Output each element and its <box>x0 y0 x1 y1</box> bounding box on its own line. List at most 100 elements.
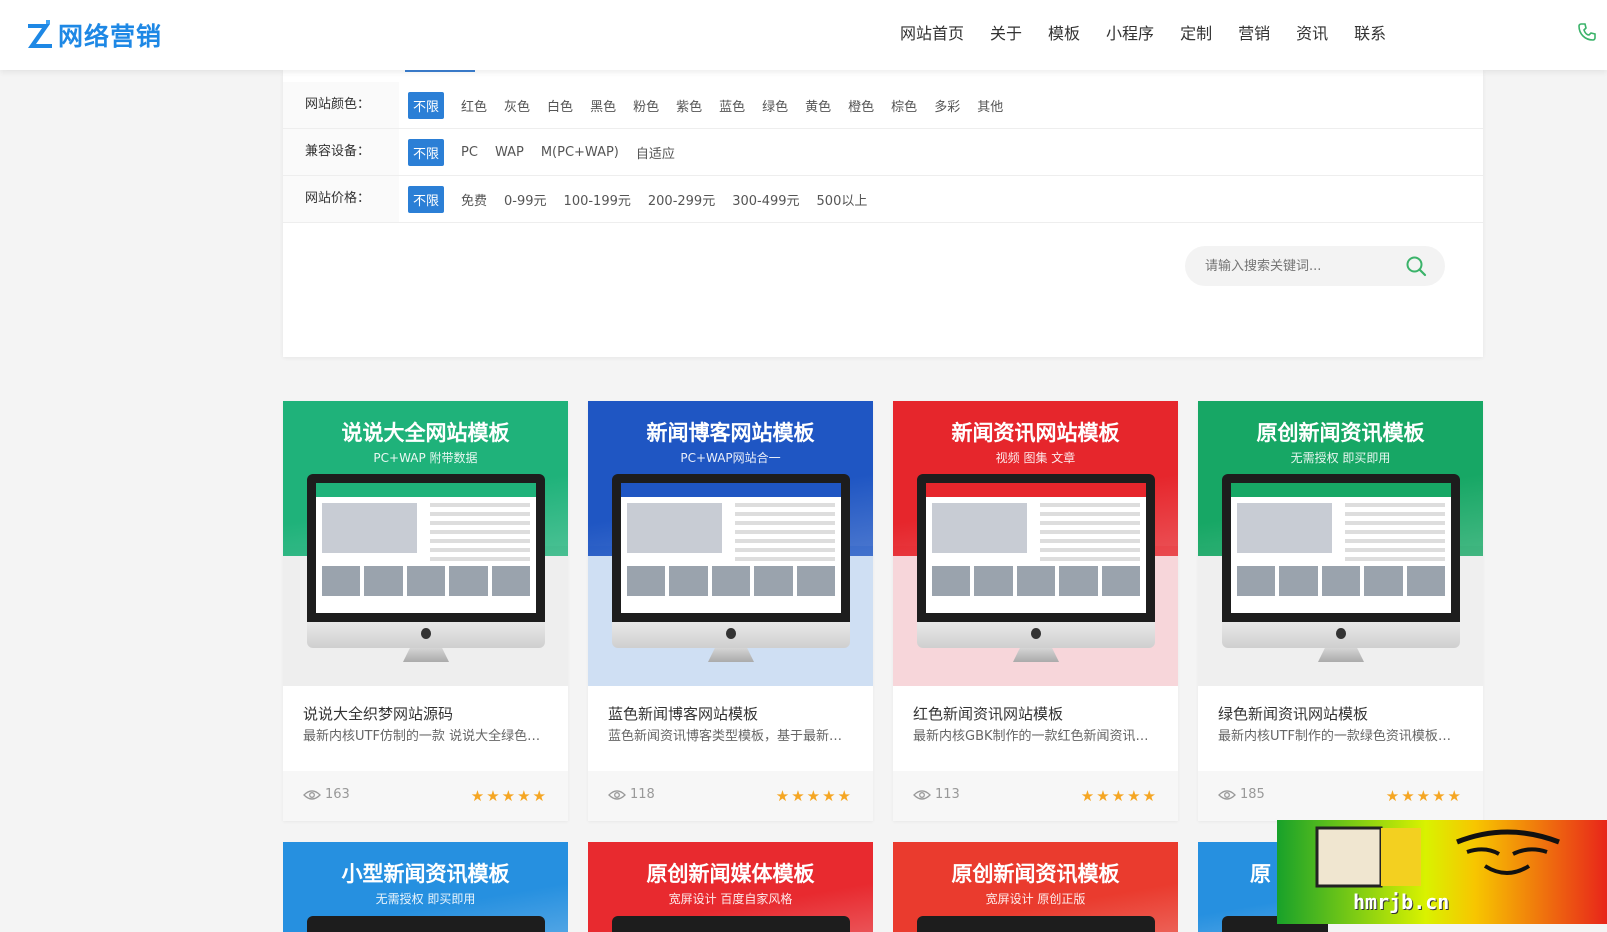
view-count: 185 <box>1218 787 1265 802</box>
filter-row-price: 网站价格： 不限 免费 0-99元 100-199元 200-299元 300-… <box>283 176 1483 223</box>
price-option-500-plus[interactable]: 500以上 <box>817 190 868 209</box>
price-option-free[interactable]: 免费 <box>461 190 487 209</box>
site-logo[interactable]: 网络营销 <box>26 18 162 52</box>
template-thumbnail[interactable]: 原创新闻资讯模板 无需授权 即买即用 <box>1198 401 1483 686</box>
filter-row-device: 兼容设备： 不限 PC WAP M(PC+WAP) 自适应 <box>283 129 1483 176</box>
template-card[interactable]: 原创新闻媒体模板 宽屏设计 百度自家风格 <box>588 842 873 932</box>
template-description: 蓝色新闻资讯博客类型模板，基于最新内核制作 <box>608 729 853 744</box>
star-rating: ★★★★★ <box>1080 787 1158 805</box>
device-option-responsive[interactable]: 自适应 <box>636 143 675 162</box>
device-option-pc[interactable]: PC <box>461 145 478 160</box>
color-option-other[interactable]: 其他 <box>977 96 1003 115</box>
thumb-subtitle: 宽屏设计 百度自家风格 <box>668 892 793 906</box>
device-option-any[interactable]: 不限 <box>408 138 445 166</box>
card-footer: 113 ★★★★★ <box>893 771 1178 821</box>
monitor-icon <box>307 474 545 664</box>
thumb-title: 原创新闻资讯模板 <box>951 862 1120 886</box>
nav-item-about[interactable]: 关于 <box>990 20 1022 44</box>
nav-item-custom[interactable]: 定制 <box>1180 20 1212 44</box>
color-option-gray[interactable]: 灰色 <box>504 96 530 115</box>
view-count: 113 <box>913 787 960 802</box>
template-card[interactable]: 小型新闻资讯模板 无需授权 即买即用 <box>283 842 568 932</box>
view-count: 118 <box>608 787 655 802</box>
template-card[interactable]: 新闻博客网站模板 PC+WAP网站合一 蓝色新闻博客网站模板 蓝色新闻资讯博客类… <box>588 401 873 821</box>
color-option-yellow[interactable]: 黄色 <box>805 96 831 115</box>
view-count-value: 185 <box>1240 787 1265 802</box>
template-name[interactable]: 绿色新闻资讯网站模板 <box>1218 703 1368 724</box>
color-option-black[interactable]: 黑色 <box>590 96 616 115</box>
monitor-icon <box>917 474 1155 664</box>
search-input[interactable] <box>1203 257 1407 275</box>
card-footer: 118 ★★★★★ <box>588 771 873 821</box>
filter-label-device: 兼容设备： <box>283 129 399 175</box>
device-option-wap[interactable]: WAP <box>495 145 524 160</box>
monitor-top-edge <box>612 916 850 932</box>
template-card[interactable]: 原创新闻资讯模板 宽屏设计 原创正版 <box>893 842 1178 932</box>
filter-label-price: 网站价格： <box>283 176 399 222</box>
template-name[interactable]: 蓝色新闻博客网站模板 <box>608 703 758 724</box>
mask-face-icon <box>1315 826 1560 888</box>
template-card[interactable]: 新闻资讯网站模板 视频 图集 文章 红色新闻资讯网站模板 最新内核GBK制作的一… <box>893 401 1178 821</box>
apple-logo-icon <box>1031 628 1041 639</box>
thumb-title: 原创新闻媒体模板 <box>646 862 815 886</box>
color-option-blue[interactable]: 蓝色 <box>719 96 745 115</box>
eye-icon <box>608 789 626 800</box>
nav-item-templates[interactable]: 模板 <box>1048 20 1080 44</box>
color-option-purple[interactable]: 紫色 <box>676 96 702 115</box>
thumb-title: 原创新闻资讯模板 <box>1256 421 1425 445</box>
template-thumbnail[interactable]: 说说大全网站模板 PC+WAP 附带数据 <box>283 401 568 686</box>
template-thumbnail[interactable]: 新闻资讯网站模板 视频 图集 文章 <box>893 401 1178 686</box>
template-name[interactable]: 说说大全织梦网站源码 <box>303 703 453 724</box>
template-card[interactable]: 原创新闻资讯模板 无需授权 即买即用 绿色新闻资讯网站模板 最新内核UTF制作的… <box>1198 401 1483 821</box>
phone-icon[interactable] <box>1577 22 1597 42</box>
color-option-red[interactable]: 红色 <box>461 96 487 115</box>
eye-icon <box>303 789 321 800</box>
color-option-white[interactable]: 白色 <box>547 96 573 115</box>
monitor-icon <box>1222 474 1460 664</box>
template-thumbnail[interactable]: 新闻博客网站模板 PC+WAP网站合一 <box>588 401 873 686</box>
view-count-value: 163 <box>325 787 350 802</box>
device-option-m[interactable]: M(PC+WAP) <box>541 145 619 160</box>
view-count-value: 113 <box>935 787 960 802</box>
thumb-title: 新闻资讯网站模板 <box>951 421 1120 445</box>
price-option-0-99[interactable]: 0-99元 <box>504 190 547 209</box>
color-option-any[interactable]: 不限 <box>408 91 445 119</box>
color-option-orange[interactable]: 橙色 <box>848 96 874 115</box>
view-count-value: 118 <box>630 787 655 802</box>
filter-label-color: 网站颜色： <box>283 82 399 128</box>
logo-mark-icon <box>28 20 52 48</box>
thumb-subtitle: 宽屏设计 原创正版 <box>985 892 1086 906</box>
nav-item-miniprogram[interactable]: 小程序 <box>1106 20 1154 44</box>
filter-row-color: 网站颜色： 不限 红色 灰色 白色 黑色 粉色 紫色 蓝色 绿色 黄色 橙色 棕… <box>283 82 1483 129</box>
main-nav: 网站首页 关于 模板 小程序 定制 营销 资讯 联系 <box>900 0 1412 64</box>
color-option-multicolor[interactable]: 多彩 <box>934 96 960 115</box>
price-option-100-199[interactable]: 100-199元 <box>564 190 631 209</box>
star-rating: ★★★★★ <box>775 787 853 805</box>
apple-logo-icon <box>726 628 736 639</box>
nav-item-marketing[interactable]: 营销 <box>1238 20 1270 44</box>
price-option-200-299[interactable]: 200-299元 <box>648 190 715 209</box>
template-card[interactable]: 说说大全网站模板 PC+WAP 附带数据 说说大全织梦网站源码 最新内核UTF仿… <box>283 401 568 821</box>
screen-preview <box>316 483 536 613</box>
watermark-banner: hmrjb.cn <box>1277 820 1607 924</box>
template-name[interactable]: 红色新闻资讯网站模板 <box>913 703 1063 724</box>
nav-item-home[interactable]: 网站首页 <box>900 20 964 44</box>
thumb-subtitle: 无需授权 即买即用 <box>1290 451 1391 465</box>
card-footer: 185 ★★★★★ <box>1198 771 1483 821</box>
color-option-pink[interactable]: 粉色 <box>633 96 659 115</box>
nav-item-news[interactable]: 资讯 <box>1296 20 1328 44</box>
star-rating: ★★★★★ <box>1385 787 1463 805</box>
nav-item-contact[interactable]: 联系 <box>1354 20 1386 44</box>
thumb-subtitle: 无需授权 即买即用 <box>375 892 476 906</box>
eye-icon <box>913 789 931 800</box>
price-option-300-499[interactable]: 300-499元 <box>732 190 799 209</box>
eye-icon <box>1218 789 1236 800</box>
price-option-any[interactable]: 不限 <box>408 185 445 213</box>
screen-preview <box>621 483 841 613</box>
monitor-top-edge <box>917 916 1155 932</box>
search-icon[interactable] <box>1405 255 1427 277</box>
color-option-brown[interactable]: 棕色 <box>891 96 917 115</box>
thumb-title: 说说大全网站模板 <box>341 421 510 445</box>
search-box <box>1185 246 1445 286</box>
color-option-green[interactable]: 绿色 <box>762 96 788 115</box>
